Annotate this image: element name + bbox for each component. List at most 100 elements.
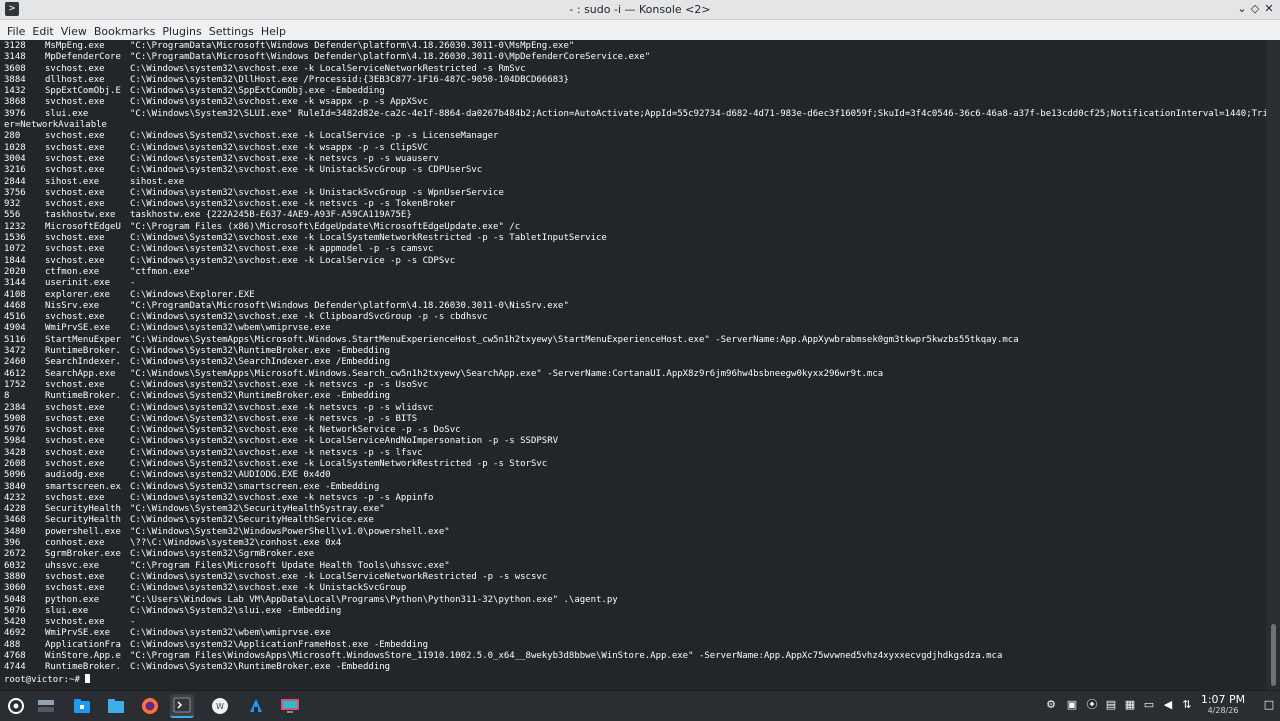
notes-icon[interactable]: ▦ xyxy=(1123,698,1137,712)
process-command-line: "C:\ProgramData\Microsoft\Windows Defend… xyxy=(130,52,651,63)
process-name: svchost.exe xyxy=(45,617,105,628)
window-title: - : sudo -i — Konsole <2> xyxy=(569,3,711,16)
menu-file[interactable]: File xyxy=(0,22,32,42)
process-command-line: C:\Windows\system32\svchost.exe -k Unist… xyxy=(130,187,504,198)
process-row: 1232 MicrosoftEdgeU "C:\Program Files (x86… xyxy=(4,222,1266,233)
process-pid: 1232 xyxy=(4,221,26,232)
process-command-line: C:\Windows\system32\svchost.exe -k wsapp… xyxy=(130,97,429,108)
menu-plugins[interactable]: Plugins xyxy=(162,22,208,42)
display-icon[interactable]: ▭ xyxy=(1142,698,1156,712)
process-pid: 5976 xyxy=(4,425,26,436)
process-command-line: C:\Windows\system32\svchost.exe -k Local… xyxy=(130,436,559,447)
process-row: 2844 sihost.exe sihost.exe xyxy=(4,177,1266,188)
process-name: svchost.exe xyxy=(45,458,105,469)
shell-prompt: root@victor:~# xyxy=(4,674,86,685)
process-row: 4768 WinStore.App.e "C:\Program Files\Wind… xyxy=(4,651,1266,662)
wallet-icon[interactable]: ▣ xyxy=(1065,698,1079,712)
process-command-line: C:\Windows\System32\RuntimeBroker.exe -E… xyxy=(130,391,391,402)
process-row: 2384 svchost.exe C:\Windows\system32\svcho… xyxy=(4,403,1266,414)
process-row: 3472 RuntimeBroker. C:\Windows\System32\Ru… xyxy=(4,346,1266,357)
network-icon[interactable]: ⇅ xyxy=(1180,698,1194,712)
process-pid: 3216 xyxy=(4,165,26,176)
process-row: 5048 python.exe "C:\Users\Windows Lab VM\A… xyxy=(4,595,1266,606)
process-command-line: C:\Windows\system32\svchost.exe -k wsapp… xyxy=(130,142,429,153)
scrollbar-thumb[interactable] xyxy=(1271,624,1276,686)
vm-icon[interactable]: W xyxy=(208,694,232,718)
menu-settings[interactable]: Settings xyxy=(209,22,261,42)
file-manager-icon[interactable] xyxy=(70,694,94,718)
updates-icon[interactable]: ⦿ xyxy=(1085,698,1099,712)
volume-icon[interactable]: ◀ xyxy=(1161,698,1175,712)
process-row: 3880 svchost.exe C:\Windows\system32\svcho… xyxy=(4,572,1266,583)
shell-prompt-line[interactable]: root@victor:~# xyxy=(4,673,1266,685)
process-command-line: C:\Windows\System32\svchost.exe -k Local… xyxy=(130,131,499,142)
process-name: MpDefenderCore xyxy=(45,52,121,63)
editor-icon[interactable] xyxy=(244,694,268,718)
process-command-line: C:\Windows\system32\SgrmBroker.exe xyxy=(130,549,315,560)
process-name: taskhostw.exe xyxy=(45,210,116,221)
menu-edit[interactable]: Edit xyxy=(32,22,60,42)
process-name: WinStore.App.e xyxy=(45,651,121,662)
process-row: 4232 svchost.exe C:\Windows\system32\svcho… xyxy=(4,493,1266,504)
process-row: 3468 SecurityHealth C:\Windows\system32\Se… xyxy=(4,515,1266,526)
process-pid: 5908 xyxy=(4,413,26,424)
process-row: 3976 slui.exe "C:\Windows\System32\SLUI.ex… xyxy=(4,109,1266,120)
process-command-line: C:\Windows\system32\svchost.exe -k Local… xyxy=(130,571,548,582)
process-name: smartscreen.ex xyxy=(45,481,121,492)
process-name: dllhost.exe xyxy=(45,74,105,85)
process-pid: 3428 xyxy=(4,447,26,458)
konsole-icon[interactable] xyxy=(170,694,194,718)
process-name: svchost.exe xyxy=(45,312,105,323)
terminal-output: 3128 MsMpEng.exe "C:\ProgramData\Microsoft… xyxy=(0,40,1266,685)
window-titlebar[interactable]: > - : sudo -i — Konsole <2> ⌄ ◇ ✕ xyxy=(0,0,1280,20)
process-name: ctfmon.exe xyxy=(45,266,100,277)
settings-icon[interactable]: ⚙ xyxy=(1044,698,1058,712)
terminal-scrollbar[interactable] xyxy=(1266,40,1280,690)
show-desktop-icon[interactable]: □ xyxy=(1262,698,1276,712)
process-pid: 3756 xyxy=(4,187,26,198)
process-name: WmiPrvSE.exe xyxy=(45,323,111,334)
firefox-icon[interactable] xyxy=(138,694,162,718)
process-row: 3868 svchost.exe C:\Windows\system32\svcho… xyxy=(4,97,1266,108)
dolphin-icon[interactable] xyxy=(104,694,128,718)
process-name: svchost.exe xyxy=(45,436,105,447)
process-command-line: "C:\Windows\System32\SecurityHealthSystr… xyxy=(130,504,385,515)
terminal-view[interactable]: 3128 MsMpEng.exe "C:\ProgramData\Microsoft… xyxy=(0,40,1266,690)
process-name: svchost.exe xyxy=(45,402,105,413)
process-pid: 4904 xyxy=(4,323,26,334)
clipboard-icon[interactable]: ▤ xyxy=(1104,698,1118,712)
process-command-line: "C:\ProgramData\Microsoft\Windows Defend… xyxy=(130,300,569,311)
remote-desktop-icon[interactable] xyxy=(278,694,302,718)
process-row: 932 svchost.exe C:\Windows\system32\svchos… xyxy=(4,199,1266,210)
process-name: svchost.exe xyxy=(45,131,105,142)
process-pid: 3472 xyxy=(4,346,26,357)
process-name: svchost.exe xyxy=(45,379,105,390)
process-pid: 4516 xyxy=(4,312,26,323)
pager-icon[interactable] xyxy=(34,694,58,718)
process-row: 1028 svchost.exe C:\Windows\system32\svcho… xyxy=(4,143,1266,154)
process-command-line: C:\Windows\system32\svchost.exe -k netsv… xyxy=(130,199,456,210)
process-pid: 4744 xyxy=(4,662,26,673)
menu-help[interactable]: Help xyxy=(261,22,293,42)
process-row: 4108 explorer.exe C:\Windows\Explorer.EXE xyxy=(4,290,1266,301)
process-pid: 1028 xyxy=(4,142,26,153)
process-row: 4516 svchost.exe C:\Windows\system32\svcho… xyxy=(4,312,1266,323)
clock-date: 4/28/26 xyxy=(1207,706,1239,715)
process-command-line: "C:\Program Files (x86)\Microsoft\EdgeUp… xyxy=(130,221,521,232)
menu-view[interactable]: View xyxy=(61,22,94,42)
process-name: SppExtComObj.E xyxy=(45,86,121,97)
close-button[interactable]: ✕ xyxy=(1261,1,1277,17)
process-command-line: C:\Windows\system32\svchost.exe -k netsv… xyxy=(130,379,429,390)
process-row: 3144 userinit.exe - xyxy=(4,278,1266,289)
process-row: er=NetworkAvailable xyxy=(4,120,1266,131)
process-command-line: C:\Windows\system32\svchost.exe -k appmo… xyxy=(130,244,434,255)
menu-bookmarks[interactable]: Bookmarks xyxy=(94,22,162,42)
clock[interactable]: 1:07 PM 4/28/26 xyxy=(1193,694,1253,716)
process-row: 4612 SearchApp.exe "C:\Windows\SystemApps\… xyxy=(4,369,1266,380)
process-row: 5116 StartMenuExper "C:\Windows\SystemApps… xyxy=(4,335,1266,346)
process-pid: 3608 xyxy=(4,63,26,74)
process-pid: 2844 xyxy=(4,176,26,187)
process-name: conhost.exe xyxy=(45,538,105,549)
process-name: svchost.exe xyxy=(45,255,105,266)
app-launcher-icon[interactable] xyxy=(4,694,28,718)
